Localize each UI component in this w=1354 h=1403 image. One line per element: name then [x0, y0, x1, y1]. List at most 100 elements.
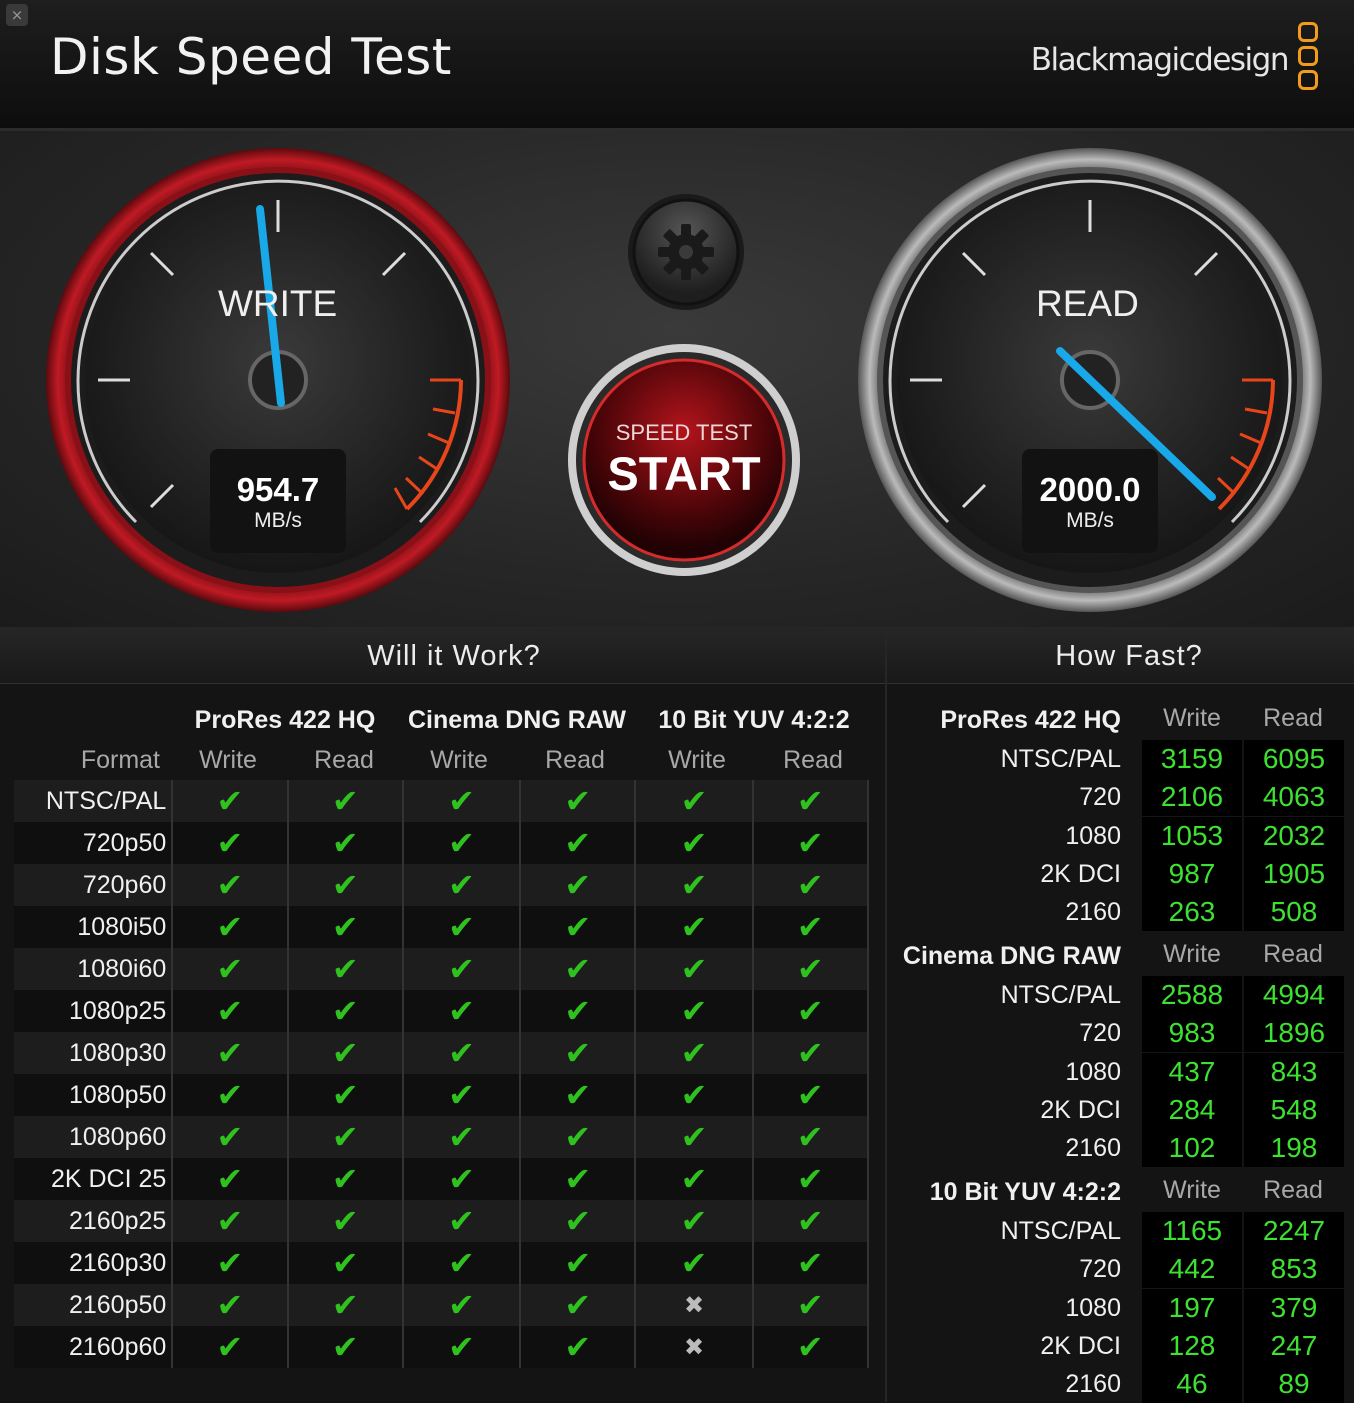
start-button[interactable]: SPEED TEST START: [570, 346, 798, 574]
table-row: 720p50 ✔ ✔ ✔ ✔ ✔ ✔: [14, 822, 870, 864]
write-fps-value: 128: [1142, 1326, 1242, 1365]
read-readout: 2000.0 MB/s: [1022, 449, 1158, 553]
compatibility-cell: ✔: [287, 822, 404, 864]
format-label: 720p50: [14, 822, 174, 864]
check-icon: ✔: [331, 992, 359, 1030]
compatibility-cell: ✔: [402, 1074, 522, 1116]
table-row: 2160 46 89: [887, 1365, 1354, 1403]
table-row: 2160p25 ✔ ✔ ✔ ✔ ✔ ✔: [14, 1200, 870, 1242]
compatibility-cell: ✔: [520, 1158, 637, 1200]
write-fps-value: 983: [1142, 1014, 1242, 1053]
sub-header-write: Write: [199, 746, 257, 774]
compatibility-cell: ✔: [172, 948, 289, 990]
check-icon: ✔: [564, 992, 592, 1030]
check-icon: ✔: [216, 1076, 244, 1114]
will-it-work-table: NTSC/PAL ✔ ✔ ✔ ✔ ✔ ✔ 720p50 ✔ ✔ ✔ ✔ ✔ ✔ 720p60 ✔ ✔ ✔ ✔ ✔ ✔ 10…: [14, 780, 870, 1368]
format-label: 1080i50: [14, 906, 174, 948]
compatibility-cell: ✔: [520, 780, 637, 822]
compatibility-cell: ✖: [635, 1284, 754, 1326]
table-row: 1080i60 ✔ ✔ ✔ ✔ ✔ ✔: [14, 948, 870, 990]
compatibility-cell: ✔: [752, 780, 870, 822]
compatibility-cell: ✔: [172, 1200, 289, 1242]
compatibility-cell: ✔: [402, 780, 522, 822]
compatibility-cell: ✔: [752, 1116, 870, 1158]
check-icon: ✔: [796, 782, 824, 820]
write-fps-value: 263: [1142, 893, 1242, 932]
close-button[interactable]: ×: [6, 4, 28, 26]
compatibility-cell: ✔: [752, 1032, 870, 1074]
compatibility-cell: ✔: [752, 822, 870, 864]
read-fps-value: 379: [1244, 1288, 1344, 1327]
compatibility-cell: ✔: [635, 822, 754, 864]
compatibility-cell: ✔: [520, 1032, 637, 1074]
check-icon: ✔: [680, 824, 708, 862]
section-header-bar: Will it Work? How Fast?: [0, 627, 1354, 684]
compatibility-cell: ✔: [520, 990, 637, 1032]
compatibility-cell: ✔: [520, 948, 637, 990]
check-icon: ✔: [331, 1118, 359, 1156]
compatibility-cell: ✔: [752, 1074, 870, 1116]
table-row: 1080i50 ✔ ✔ ✔ ✔ ✔ ✔: [14, 906, 870, 948]
check-icon: ✔: [331, 908, 359, 946]
compatibility-cell: ✔: [520, 822, 637, 864]
write-fps-value: 437: [1142, 1052, 1242, 1091]
format-label: 1080p60: [14, 1116, 174, 1158]
write-column-header: Write: [1163, 704, 1221, 732]
codec-label: 10 Bit YUV 4:2:2: [929, 1178, 1121, 1206]
check-icon: ✔: [216, 992, 244, 1030]
check-icon: ✔: [564, 824, 592, 862]
format-label: NTSC/PAL: [1000, 1217, 1121, 1245]
table-row: 1080 437 843: [887, 1052, 1354, 1091]
check-icon: ✔: [680, 908, 708, 946]
check-icon: ✔: [331, 866, 359, 904]
write-gauge-label: WRITE: [218, 283, 338, 324]
gauge-panel: WRITE READ 954.7 MB/s 2000.0 MB/s SPEED …: [0, 131, 1354, 627]
compatibility-cell: ✔: [287, 1326, 404, 1368]
write-fps-value: 2588: [1142, 976, 1242, 1014]
write-fps-value: 987: [1142, 854, 1242, 893]
how-fast-title: How Fast?: [1055, 640, 1203, 672]
format-label: 720: [1079, 783, 1121, 812]
format-label: 720p60: [14, 864, 174, 906]
check-icon: ✔: [564, 1034, 592, 1072]
compatibility-cell: ✔: [402, 948, 522, 990]
table-row: 2K DCI 128 247: [887, 1326, 1354, 1365]
check-icon: ✔: [796, 866, 824, 904]
check-icon: ✔: [564, 1202, 592, 1240]
codec-header-cinema-dng: Cinema DNG RAW: [407, 706, 627, 734]
check-icon: ✔: [216, 866, 244, 904]
read-fps-value: 198: [1244, 1129, 1344, 1168]
check-icon: ✔: [448, 908, 475, 946]
table-row: NTSC/PAL 1165 2247: [887, 1212, 1354, 1250]
check-icon: ✔: [448, 824, 475, 862]
compatibility-cell: ✔: [635, 780, 754, 822]
settings-button[interactable]: [630, 196, 742, 308]
sub-header-read: Read: [314, 746, 374, 774]
title-bar: × Disk Speed Test Blackmagicdesign: [0, 0, 1354, 131]
will-it-work-title: Will it Work?: [367, 640, 541, 672]
compatibility-cell: ✖: [635, 1326, 754, 1368]
read-fps-value: 508: [1244, 893, 1344, 932]
read-speed-unit: MB/s: [1066, 509, 1114, 532]
compatibility-cell: ✔: [402, 1032, 522, 1074]
check-icon: ✔: [564, 950, 592, 988]
format-label: 1080: [1065, 1057, 1121, 1086]
cross-icon: ✖: [683, 1291, 705, 1319]
write-fps-value: 102: [1142, 1129, 1242, 1168]
compatibility-cell: ✔: [172, 780, 289, 822]
compatibility-cell: ✔: [287, 1032, 404, 1074]
read-column-header: Read: [1263, 940, 1323, 968]
format-label: 2160: [1065, 1370, 1121, 1399]
table-row: 720 983 1896: [887, 1014, 1354, 1053]
table-row: 2160p60 ✔ ✔ ✔ ✔ ✖ ✔: [14, 1326, 870, 1368]
compatibility-cell: ✔: [402, 990, 522, 1032]
compatibility-cell: ✔: [287, 990, 404, 1032]
cross-icon: ✖: [683, 1333, 705, 1361]
compatibility-cell: ✔: [172, 990, 289, 1032]
format-label: 1080p30: [14, 1032, 174, 1074]
check-icon: ✔: [680, 950, 708, 988]
table-row: 720 2106 4063: [887, 778, 1354, 817]
check-icon: ✔: [448, 866, 475, 904]
compatibility-cell: ✔: [172, 1158, 289, 1200]
check-icon: ✔: [448, 950, 475, 988]
